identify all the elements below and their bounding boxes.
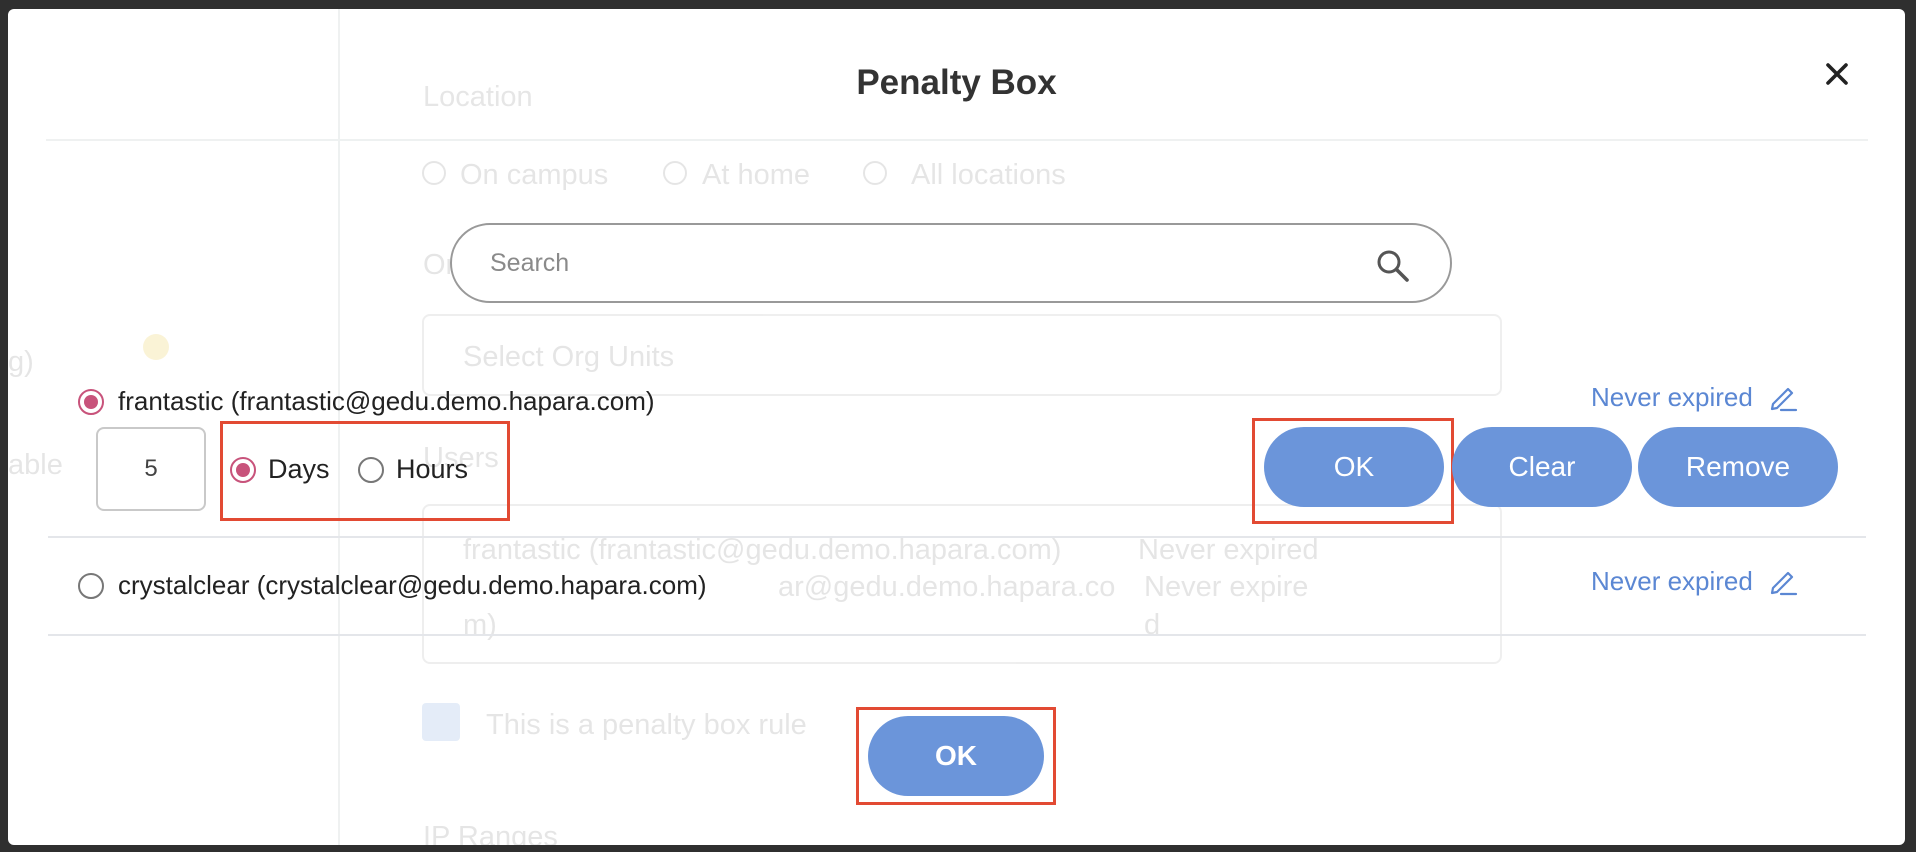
background-warning-dot	[143, 334, 169, 360]
user-label: crystalclear (crystalclear@gedu.demo.hap…	[118, 570, 707, 600]
background-location-option: At home	[702, 159, 810, 191]
days-label: Days	[268, 454, 330, 484]
search-input[interactable]	[490, 243, 1350, 283]
expiry-text: Never expired	[1591, 381, 1753, 412]
duration-value-input[interactable]	[96, 427, 206, 511]
background-divider	[46, 139, 1868, 141]
expiry-text: Never expired	[1591, 565, 1753, 596]
row-divider	[48, 634, 1866, 636]
penalty-box-dialog: Location On campus At home All locations…	[8, 9, 1905, 845]
user-label: frantastic (frantastic@gedu.demo.hapara.…	[118, 386, 655, 416]
background-radio	[422, 161, 446, 185]
duration-ok-button[interactable]: OK	[1264, 427, 1444, 507]
background-radio	[863, 161, 887, 185]
user-radio[interactable]	[78, 388, 104, 415]
dialog-ok-button[interactable]: OK	[868, 716, 1044, 796]
search-box	[450, 223, 1452, 303]
background-org-units-select	[422, 314, 1502, 396]
close-button[interactable]	[1817, 54, 1857, 94]
unit-option-hours[interactable]: Hours	[358, 454, 468, 485]
search-icon[interactable]	[1376, 249, 1410, 283]
user-option-crystalclear[interactable]: crystalclear (crystalclear@gedu.demo.hap…	[78, 570, 707, 601]
remove-button[interactable]: Remove	[1638, 427, 1838, 507]
background-location-option: On campus	[460, 159, 609, 191]
pencil-icon[interactable]	[1767, 381, 1799, 413]
background-users-line: frantastic (frantastic@gedu.demo.hapara.…	[463, 534, 1062, 566]
expiry-link[interactable]: Never expired	[1591, 565, 1799, 597]
dialog-title: Penalty Box	[856, 63, 1057, 102]
background-expiry-line: Never expire	[1144, 571, 1309, 603]
background-users-line: m)	[463, 609, 497, 641]
unit-option-days[interactable]: Days	[230, 454, 330, 485]
close-icon	[1826, 63, 1848, 85]
background-radio	[663, 161, 687, 185]
clear-button[interactable]: Clear	[1452, 427, 1632, 507]
pencil-icon[interactable]	[1767, 565, 1799, 597]
days-radio[interactable]	[230, 456, 256, 483]
user-option-frantastic[interactable]: frantastic (frantastic@gedu.demo.hapara.…	[78, 386, 655, 417]
background-checkbox	[422, 703, 460, 741]
hours-radio[interactable]	[358, 456, 384, 483]
background-location-option: All locations	[911, 159, 1066, 191]
background-org-units-placeholder: Select Org Units	[463, 341, 675, 373]
hours-label: Hours	[396, 454, 469, 484]
background-ip-ranges-heading: IP Ranges	[423, 821, 558, 845]
background-penalty-rule-label: This is a penalty box rule	[486, 709, 807, 741]
background-expiry-line: d	[1144, 609, 1161, 641]
background-expiry-line: Never expired	[1138, 534, 1319, 566]
background-fragment: able	[8, 449, 63, 481]
row-divider	[48, 536, 1866, 538]
background-fragment: g)	[8, 346, 34, 378]
background-users-line: ar@gedu.demo.hapara.co	[778, 571, 1116, 603]
user-radio[interactable]	[78, 572, 104, 599]
expiry-link[interactable]: Never expired	[1591, 381, 1799, 413]
